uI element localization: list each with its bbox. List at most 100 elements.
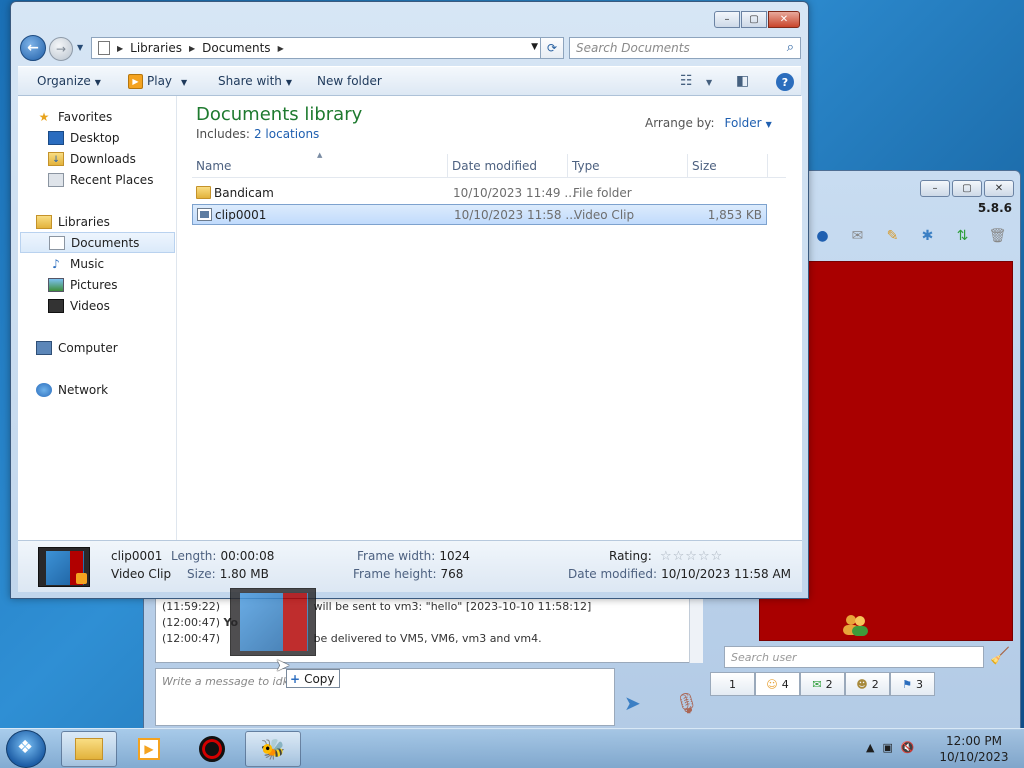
breadcrumb-separator-icon[interactable]: ▶ xyxy=(278,44,284,53)
column-header-row: Name Date modified Type Size xyxy=(192,154,786,178)
start-button[interactable] xyxy=(6,730,46,768)
chat-blue-icon[interactable]: ● xyxy=(810,223,835,248)
user-tabs: 1 ☺ 4 ✉ 2 ☻ 2 ⚑ 3 xyxy=(710,672,935,696)
taskbar-explorer-button[interactable] xyxy=(61,731,117,767)
clear-search-icon[interactable]: 🧹 xyxy=(990,646,1012,668)
breadcrumb-libraries[interactable]: Libraries xyxy=(130,41,182,55)
close-button[interactable]: ✕ xyxy=(768,11,800,28)
library-icon xyxy=(98,41,110,55)
maximize-button[interactable]: ▢ xyxy=(741,11,767,28)
chat-envelope-icon[interactable]: ✉ xyxy=(845,223,870,248)
details-date-modified: Date modified: 10/10/2023 11:58 AM xyxy=(568,567,792,581)
users-icon xyxy=(843,615,868,636)
recent-pages-dropdown-icon[interactable]: ▼ xyxy=(77,43,83,52)
send-message-icon[interactable]: ➤ xyxy=(624,691,656,719)
nav-music[interactable]: ♪ Music xyxy=(48,253,104,274)
nav-downloads[interactable]: ↓ Downloads xyxy=(48,148,136,169)
music-icon: ♪ xyxy=(52,256,60,271)
show-hidden-icons-icon[interactable]: ▲ xyxy=(866,741,874,754)
arrange-by-dropdown[interactable]: Folder xyxy=(725,116,762,130)
chat-minimize-button[interactable]: – xyxy=(920,180,950,197)
chat-transfer-icon[interactable]: ⇅ xyxy=(950,223,975,248)
taskbar-clock[interactable]: 12:00 PM 10/10/2023 xyxy=(934,733,1014,765)
nav-desktop[interactable]: Desktop xyxy=(48,127,120,148)
file-row[interactable]: Bandicam 10/10/2023 11:49 ... File folde… xyxy=(192,183,767,204)
chat-edit-icon[interactable]: ✎ xyxy=(880,223,905,248)
videos-icon xyxy=(48,298,64,313)
nav-videos[interactable]: Videos xyxy=(48,295,110,316)
chat-trash-icon[interactable]: 🗑 xyxy=(985,223,1010,248)
view-dropdown-icon[interactable]: ▼ xyxy=(706,78,712,87)
chevron-down-icon[interactable]: ▼ xyxy=(766,120,772,129)
share-with-button[interactable]: Share with ▼ xyxy=(218,74,292,88)
column-name[interactable]: Name xyxy=(192,154,448,178)
desktop-icon xyxy=(48,130,64,145)
play-icon: ▶ xyxy=(128,74,143,89)
play-button[interactable]: ▶ Play ▼ xyxy=(128,74,187,89)
help-icon[interactable]: ? xyxy=(776,73,794,91)
star-icon: ★ xyxy=(38,109,50,124)
taskbar-chat-app-button[interactable]: 🐝 xyxy=(245,731,301,767)
bee-icon: 🐝 xyxy=(260,737,286,761)
nav-documents[interactable]: Documents xyxy=(20,232,175,253)
chat-close-button[interactable]: ✕ xyxy=(984,180,1014,197)
microphone-icon[interactable]: 🎙 xyxy=(674,691,699,719)
record-icon xyxy=(199,736,225,762)
taskbar-media-player-button[interactable]: ▶ xyxy=(121,731,177,767)
user-tab-1[interactable]: 1 xyxy=(710,672,755,696)
user-tab-4[interactable]: ☻ 2 xyxy=(845,672,890,696)
chat-bubble-icon: ✉ xyxy=(812,677,822,691)
nav-network[interactable]: Network xyxy=(36,379,108,400)
computer-icon xyxy=(36,340,52,355)
column-size[interactable]: Size xyxy=(688,154,768,178)
details-kind: Video Clip xyxy=(111,567,172,581)
command-bar: Organize ▼ ▶ Play ▼ Share with ▼ New folder … xyxy=(18,66,801,96)
taskbar-record-button[interactable] xyxy=(184,731,240,767)
forward-button[interactable]: → xyxy=(49,37,73,61)
breadcrumb-separator-icon[interactable]: ▶ xyxy=(117,44,123,53)
column-type[interactable]: Type xyxy=(568,154,688,178)
network-icon xyxy=(36,382,52,397)
locations-link[interactable]: 2 locations xyxy=(254,127,319,141)
preview-pane-icon[interactable]: ◧ xyxy=(736,73,749,89)
chat-maximize-button[interactable]: ▢ xyxy=(952,180,982,197)
message-input[interactable]: Write a message to idk xyxy=(155,668,615,726)
nav-pictures[interactable]: Pictures xyxy=(48,274,118,295)
network-status-icon[interactable]: ▣ xyxy=(882,741,892,754)
back-button[interactable]: ← xyxy=(20,35,46,61)
organize-button[interactable]: Organize ▼ xyxy=(37,74,101,88)
nav-favorites[interactable]: ★ Favorites xyxy=(36,106,113,127)
new-folder-button[interactable]: New folder xyxy=(317,74,382,88)
drag-preview-thumbnail xyxy=(230,588,316,656)
rating-stars[interactable]: ☆☆☆☆☆ xyxy=(660,549,723,564)
breadcrumb-separator-icon[interactable]: ▶ xyxy=(189,44,195,53)
pictures-icon xyxy=(48,277,64,292)
minimize-button[interactable]: – xyxy=(714,11,740,28)
address-dropdown-icon[interactable]: ▼ xyxy=(531,42,538,52)
user-tab-3[interactable]: ✉ 2 xyxy=(800,672,845,696)
user-tab-2[interactable]: ☺ 4 xyxy=(755,672,800,696)
chat-tools-icon[interactable]: ✱ xyxy=(915,223,940,248)
folder-icon xyxy=(196,186,211,199)
column-date-modified[interactable]: Date modified xyxy=(448,154,568,178)
details-length: Length: 00:00:08 xyxy=(171,549,275,563)
volume-muted-icon[interactable]: 🔇 xyxy=(901,741,915,754)
refresh-button[interactable]: ⟳ xyxy=(540,37,564,59)
change-view-icon[interactable]: ☷ xyxy=(680,73,693,89)
search-input[interactable]: Search Documents ⌕ xyxy=(569,37,801,59)
nav-libraries[interactable]: Libraries xyxy=(36,211,110,232)
details-size: Size: 1.80 MB xyxy=(187,567,269,581)
user-tab-5[interactable]: ⚑ 3 xyxy=(890,672,935,696)
details-frame-width: Frame width: 1024 xyxy=(357,549,470,563)
system-tray: ▲ ▣ 🔇 xyxy=(866,741,915,754)
nav-recent-places[interactable]: Recent Places xyxy=(48,169,153,190)
address-bar[interactable]: ▶ Libraries ▶ Documents ▶ ▼ xyxy=(91,37,543,59)
nav-computer[interactable]: Computer xyxy=(36,337,118,358)
chat-log-scrollbar[interactable] xyxy=(689,591,703,663)
navigation-pane: ★ Favorites Desktop ↓ Downloads Recent Pla… xyxy=(18,96,177,540)
media-player-icon: ▶ xyxy=(138,738,160,760)
search-user-input[interactable]: Search user xyxy=(724,646,984,668)
file-row[interactable]: clip0001 10/10/2023 11:58 ... Video Clip… xyxy=(192,204,767,225)
breadcrumb-documents[interactable]: Documents xyxy=(202,41,270,55)
video-icon xyxy=(197,208,212,221)
